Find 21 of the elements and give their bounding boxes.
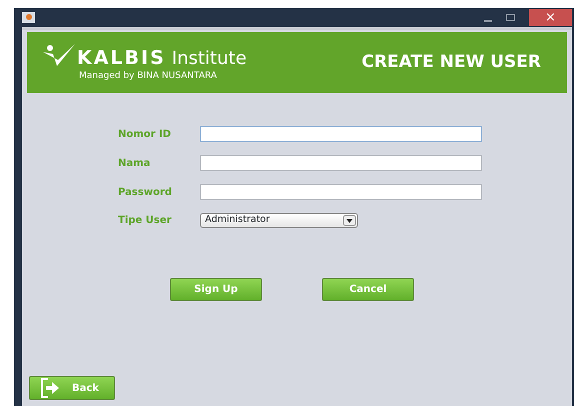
tagline: Managed by BINA NUSANTARA — [79, 70, 218, 83]
brand-name: KALBIS — [77, 48, 166, 68]
field-label: Password — [118, 186, 173, 200]
page-title: CREATE NEW USER — [362, 50, 541, 74]
input-field[interactable] — [200, 155, 482, 171]
field-label: Nomor ID — [118, 128, 172, 142]
dropdown[interactable]: Administrator — [200, 213, 358, 228]
field-label: Nama — [118, 156, 152, 170]
checkmark-figure-icon — [41, 42, 77, 68]
maximize-button[interactable] — [506, 14, 515, 21]
password-field[interactable] — [200, 184, 482, 200]
app-icon — [22, 12, 35, 23]
field-label: Tipe User — [118, 214, 172, 228]
close-button[interactable]: × — [529, 9, 572, 26]
action-button[interactable]: Sign Up — [170, 278, 262, 301]
minimize-button[interactable] — [484, 20, 492, 22]
input-field[interactable] — [200, 126, 482, 142]
dropdown-caret-icon — [343, 215, 356, 226]
brand-suffix: Institute — [172, 50, 247, 68]
back-button[interactable]: Back — [29, 376, 115, 400]
action-button[interactable]: Cancel — [322, 278, 414, 301]
